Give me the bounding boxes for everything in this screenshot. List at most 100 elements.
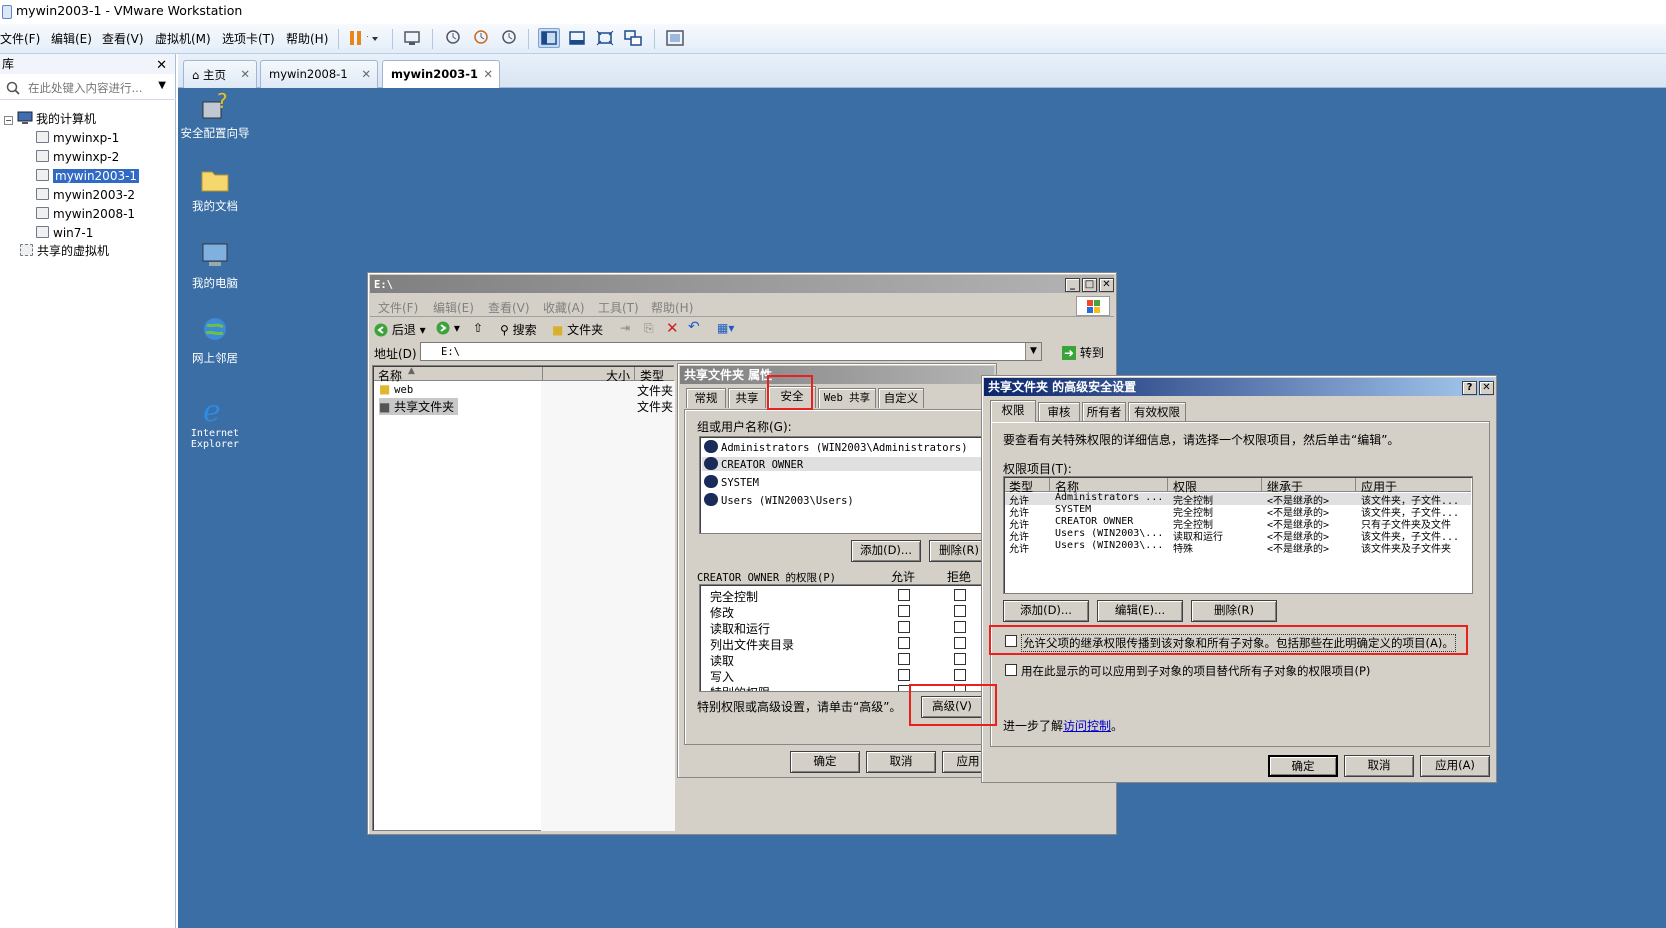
allow-checkbox[interactable] — [898, 653, 910, 665]
tab-home[interactable]: ⌂ 主页 ✕ — [183, 60, 257, 88]
tab-mywin2008-1[interactable]: mywin2008-1 ✕ — [260, 60, 378, 88]
menu-edit[interactable]: 编辑(E) — [51, 30, 92, 47]
close-icon[interactable]: ✕ — [361, 67, 371, 81]
tab-effective-permissions[interactable]: 有效权限 — [1128, 402, 1186, 422]
thumbnail-bar-icon[interactable] — [566, 28, 588, 48]
allow-checkbox[interactable] — [898, 637, 910, 649]
allow-checkbox[interactable] — [898, 621, 910, 633]
tab-sharing[interactable]: 共享 — [728, 388, 766, 408]
search-button[interactable]: ⚲ 搜索 — [500, 321, 537, 338]
desktop-icon-ie[interactable]: e Internet Explorer — [170, 393, 260, 450]
allow-checkbox[interactable] — [898, 669, 910, 681]
add-entry-button[interactable]: 添加(D)... — [1003, 600, 1089, 622]
user-row-system[interactable]: SYSTEM — [704, 475, 759, 489]
desktop-icon-security-wizard[interactable]: ? 安全配置向导 — [170, 89, 260, 141]
replace-label[interactable]: 用在此显示的可以应用到子对象的项目替代所有子对象的权限项目(P) — [1021, 663, 1370, 679]
snapshot-icon[interactable] — [442, 28, 464, 48]
move-icon[interactable]: ⇥ — [620, 321, 630, 335]
tree-vm-mywin2003-2[interactable]: mywin2003-2 — [36, 187, 135, 204]
folders-button[interactable]: ■ 文件夹 — [552, 321, 603, 338]
deny-checkbox[interactable] — [954, 589, 966, 601]
tab-general[interactable]: 常规 — [686, 388, 726, 408]
menu-vm[interactable]: 虚拟机(M) — [155, 30, 211, 47]
deny-checkbox[interactable] — [954, 653, 966, 665]
revert-snapshot-icon[interactable] — [470, 28, 492, 48]
menu-tabs[interactable]: 选项卡(T) — [222, 30, 275, 47]
explorer-menu-edit[interactable]: 编辑(E) — [433, 299, 474, 316]
desktop-icon-network[interactable]: 网上邻居 — [170, 315, 260, 366]
permission-entries-list[interactable]: 类型 名称 权限 继承于 应用于 允许 Administrators ... 完全控… — [1003, 476, 1473, 594]
tree-vm-mywinxp-1[interactable]: mywinxp-1 — [36, 130, 119, 147]
collapse-icon[interactable]: − — [4, 116, 13, 125]
up-icon[interactable]: ⇧ — [473, 321, 483, 335]
copy-icon[interactable]: ⎘ — [644, 321, 654, 336]
tree-vm-mywin2003-1[interactable]: mywin2003-1 — [36, 168, 140, 185]
tree-vm-win7-1[interactable]: win7-1 — [36, 225, 93, 242]
deny-checkbox[interactable] — [954, 621, 966, 633]
user-row-users[interactable]: Users (WIN2003\Users) — [704, 493, 854, 507]
explorer-menu-file[interactable]: 文件(F) — [378, 299, 418, 316]
deny-checkbox[interactable] — [954, 637, 966, 649]
snapshot-manager-icon[interactable] — [498, 28, 520, 48]
ok-button[interactable]: 确定 — [790, 751, 860, 773]
views-icon[interactable]: ▦▾ — [717, 321, 734, 335]
tab-customize[interactable]: 自定义 — [878, 388, 924, 408]
replace-checkbox[interactable] — [1005, 664, 1017, 676]
menu-file[interactable]: 文件(F) — [0, 30, 40, 47]
file-list[interactable]: 名称 ▲ 大小 类型 ■ web 文件夹 ■ 共享文件夹 文件夹 — [372, 365, 675, 831]
undo-icon[interactable]: ↶ — [688, 319, 700, 335]
cancel-button[interactable]: 取消 — [866, 751, 936, 773]
remove-user-button[interactable]: 删除(R) — [929, 540, 989, 562]
edit-entry-button[interactable]: 编辑(E)... — [1097, 600, 1183, 622]
minimize-button[interactable]: _ — [1065, 278, 1080, 292]
tab-web-sharing[interactable]: Web 共享 — [818, 388, 876, 408]
allow-checkbox[interactable] — [898, 605, 910, 617]
file-row-shared[interactable]: ■ 共享文件夹 — [379, 398, 459, 415]
add-user-button[interactable]: 添加(D)... — [851, 540, 921, 562]
remove-entry-button[interactable]: 删除(R) — [1191, 600, 1277, 622]
user-row-administrators[interactable]: Administrators (WIN2003\Administrators) — [704, 440, 968, 454]
ok-button[interactable]: 确定 — [1268, 755, 1338, 777]
close-button[interactable]: ✕ — [1099, 278, 1114, 292]
help-button[interactable]: ? — [1462, 381, 1477, 395]
tab-auditing[interactable]: 审核 — [1038, 402, 1080, 422]
maximize-button[interactable]: □ — [1082, 278, 1097, 292]
cancel-button[interactable]: 取消 — [1344, 755, 1414, 777]
menu-view[interactable]: 查看(V) — [102, 30, 144, 47]
tab-permissions[interactable]: 权限 — [990, 400, 1036, 422]
explorer-menu-favorites[interactable]: 收藏(A) — [543, 299, 585, 316]
desktop-icon-my-documents[interactable]: 我的文档 — [170, 163, 260, 214]
menu-help[interactable]: 帮助(H) — [286, 30, 328, 47]
file-row-web[interactable]: ■ web — [379, 382, 413, 396]
user-list[interactable]: Administrators (WIN2003\Administrators) … — [699, 436, 999, 534]
fullscreen-icon[interactable] — [594, 28, 616, 48]
allow-checkbox[interactable] — [898, 589, 910, 601]
chevron-down-icon[interactable]: ▼ — [158, 80, 166, 91]
go-button[interactable]: ➜ 转到 — [1062, 344, 1104, 361]
back-button[interactable]: 后退 ▾ — [374, 321, 426, 338]
apply-button[interactable]: 应用(A) — [1420, 755, 1490, 777]
search-input[interactable]: 在此处键入内容进行... — [28, 80, 142, 96]
forward-button[interactable]: ▾ — [436, 321, 460, 335]
deny-checkbox[interactable] — [954, 605, 966, 617]
tab-mywin2003-1[interactable]: mywin2003-1 ✕ — [382, 60, 500, 88]
desktop-icon-my-computer[interactable]: 我的电脑 — [170, 240, 260, 291]
send-ctrl-alt-del-icon[interactable] — [401, 28, 423, 48]
dropdown-icon[interactable] — [370, 28, 392, 48]
show-library-icon[interactable] — [538, 28, 560, 48]
close-button[interactable]: ✕ — [1479, 381, 1494, 395]
tree-vm-mywin2008-1[interactable]: mywin2008-1 — [36, 206, 135, 223]
close-icon[interactable]: ✕ — [240, 67, 250, 81]
console-view-icon[interactable] — [664, 28, 686, 48]
user-row-creator-owner[interactable]: CREATOR OWNER — [702, 457, 992, 471]
deny-checkbox[interactable] — [954, 669, 966, 681]
close-icon[interactable]: ✕ — [483, 67, 493, 81]
delete-icon[interactable]: ✕ — [666, 319, 679, 337]
close-icon[interactable]: ✕ — [156, 56, 167, 76]
tree-shared-vms[interactable]: 共享的虚拟机 — [20, 243, 109, 260]
address-input[interactable]: E:\ ▼ — [420, 342, 1042, 361]
chevron-down-icon[interactable]: ▼ — [1025, 343, 1041, 360]
tab-owner[interactable]: 所有者 — [1082, 402, 1126, 422]
permission-entry-row[interactable]: 允许 Users (WIN2003\... 特殊 <不是继承的> 该文件夹及子文件夹 — [1005, 540, 1471, 555]
library-search[interactable]: 在此处键入内容进行... ▼ — [0, 76, 176, 100]
